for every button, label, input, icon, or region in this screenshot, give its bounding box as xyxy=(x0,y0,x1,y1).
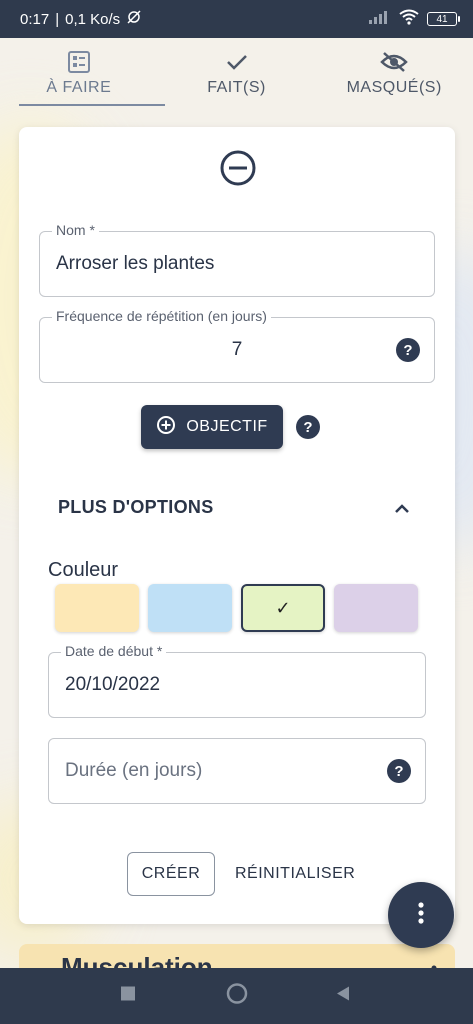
svg-text:?: ? xyxy=(394,763,403,780)
svg-text:?: ? xyxy=(403,342,412,359)
tab-label: FAIT(S) xyxy=(207,79,266,96)
objectif-button[interactable]: OBJECTIF xyxy=(141,405,283,449)
tab-masques[interactable]: MASQUÉ(S) xyxy=(315,38,473,110)
help-icon[interactable]: ? xyxy=(396,338,420,362)
back-icon[interactable] xyxy=(335,986,351,1007)
chevron-up-icon[interactable] xyxy=(392,499,412,519)
tab-indicator xyxy=(19,104,165,106)
more-vert-icon[interactable] xyxy=(431,958,437,971)
frequency-field[interactable]: Fréquence de répétition (en jours) 7 ? xyxy=(39,308,435,383)
name-field[interactable]: Nom * Arroser les plantes xyxy=(39,222,435,297)
checklist-icon xyxy=(67,51,90,73)
color-swatch-purple[interactable] xyxy=(334,584,418,632)
more-options-header[interactable]: PLUS D'OPTIONS xyxy=(58,497,214,518)
signal-icon xyxy=(369,10,391,28)
home-icon[interactable] xyxy=(226,983,248,1010)
status-bar: 0:17 | 0,1 Ko/s 41 xyxy=(0,0,473,38)
tab-label: MASQUÉ(S) xyxy=(346,79,442,96)
create-button[interactable]: CRÉER xyxy=(127,852,215,896)
objectif-help-icon[interactable]: ? xyxy=(296,415,320,439)
color-swatch-green[interactable]: ✓ xyxy=(241,584,325,632)
name-value: Arroser les plantes xyxy=(56,253,215,274)
color-label: Couleur xyxy=(48,559,119,581)
alarm-off-icon xyxy=(126,9,142,29)
wifi-icon xyxy=(399,9,419,29)
system-nav-bar xyxy=(0,968,473,1024)
add-circle-icon xyxy=(156,415,176,440)
recent-apps-icon[interactable] xyxy=(121,986,135,1006)
duration-placeholder: Durée (en jours) xyxy=(65,760,203,781)
help-icon[interactable]: ? xyxy=(387,759,411,783)
start-date-field[interactable]: Date de début * 20/10/2022 xyxy=(48,643,426,718)
svg-text:?: ? xyxy=(303,419,312,436)
eye-off-icon xyxy=(380,51,408,73)
color-swatch-yellow[interactable] xyxy=(55,584,139,632)
check-mark-icon: ✓ xyxy=(275,597,291,618)
tab-faits[interactable]: FAIT(S) xyxy=(158,38,316,110)
more-actions-fab[interactable] xyxy=(388,882,454,948)
more-vert-icon xyxy=(417,901,425,930)
tab-bar: À FAIRE FAIT(S) MASQUÉ(S) xyxy=(0,38,473,110)
tab-a-faire[interactable]: À FAIRE xyxy=(0,38,158,110)
tab-label: À FAIRE xyxy=(46,79,112,96)
frequency-value: 7 xyxy=(231,339,243,360)
color-swatch-blue[interactable] xyxy=(148,584,232,632)
status-network-speed: 0,1 Ko/s xyxy=(65,10,121,28)
collapse-icon[interactable] xyxy=(219,149,257,187)
check-icon xyxy=(225,51,249,73)
reset-button[interactable]: RÉINITIALISER xyxy=(231,852,359,896)
start-date-value: 20/10/2022 xyxy=(65,674,161,695)
status-time: 0:17 xyxy=(20,10,50,28)
battery-icon: 41 xyxy=(427,12,460,26)
objectif-label: OBJECTIF xyxy=(186,418,268,435)
task-form-card: Nom * Arroser les plantes Fréquence de r… xyxy=(19,127,455,924)
duration-field[interactable]: Durée (en jours) ? xyxy=(48,738,426,804)
